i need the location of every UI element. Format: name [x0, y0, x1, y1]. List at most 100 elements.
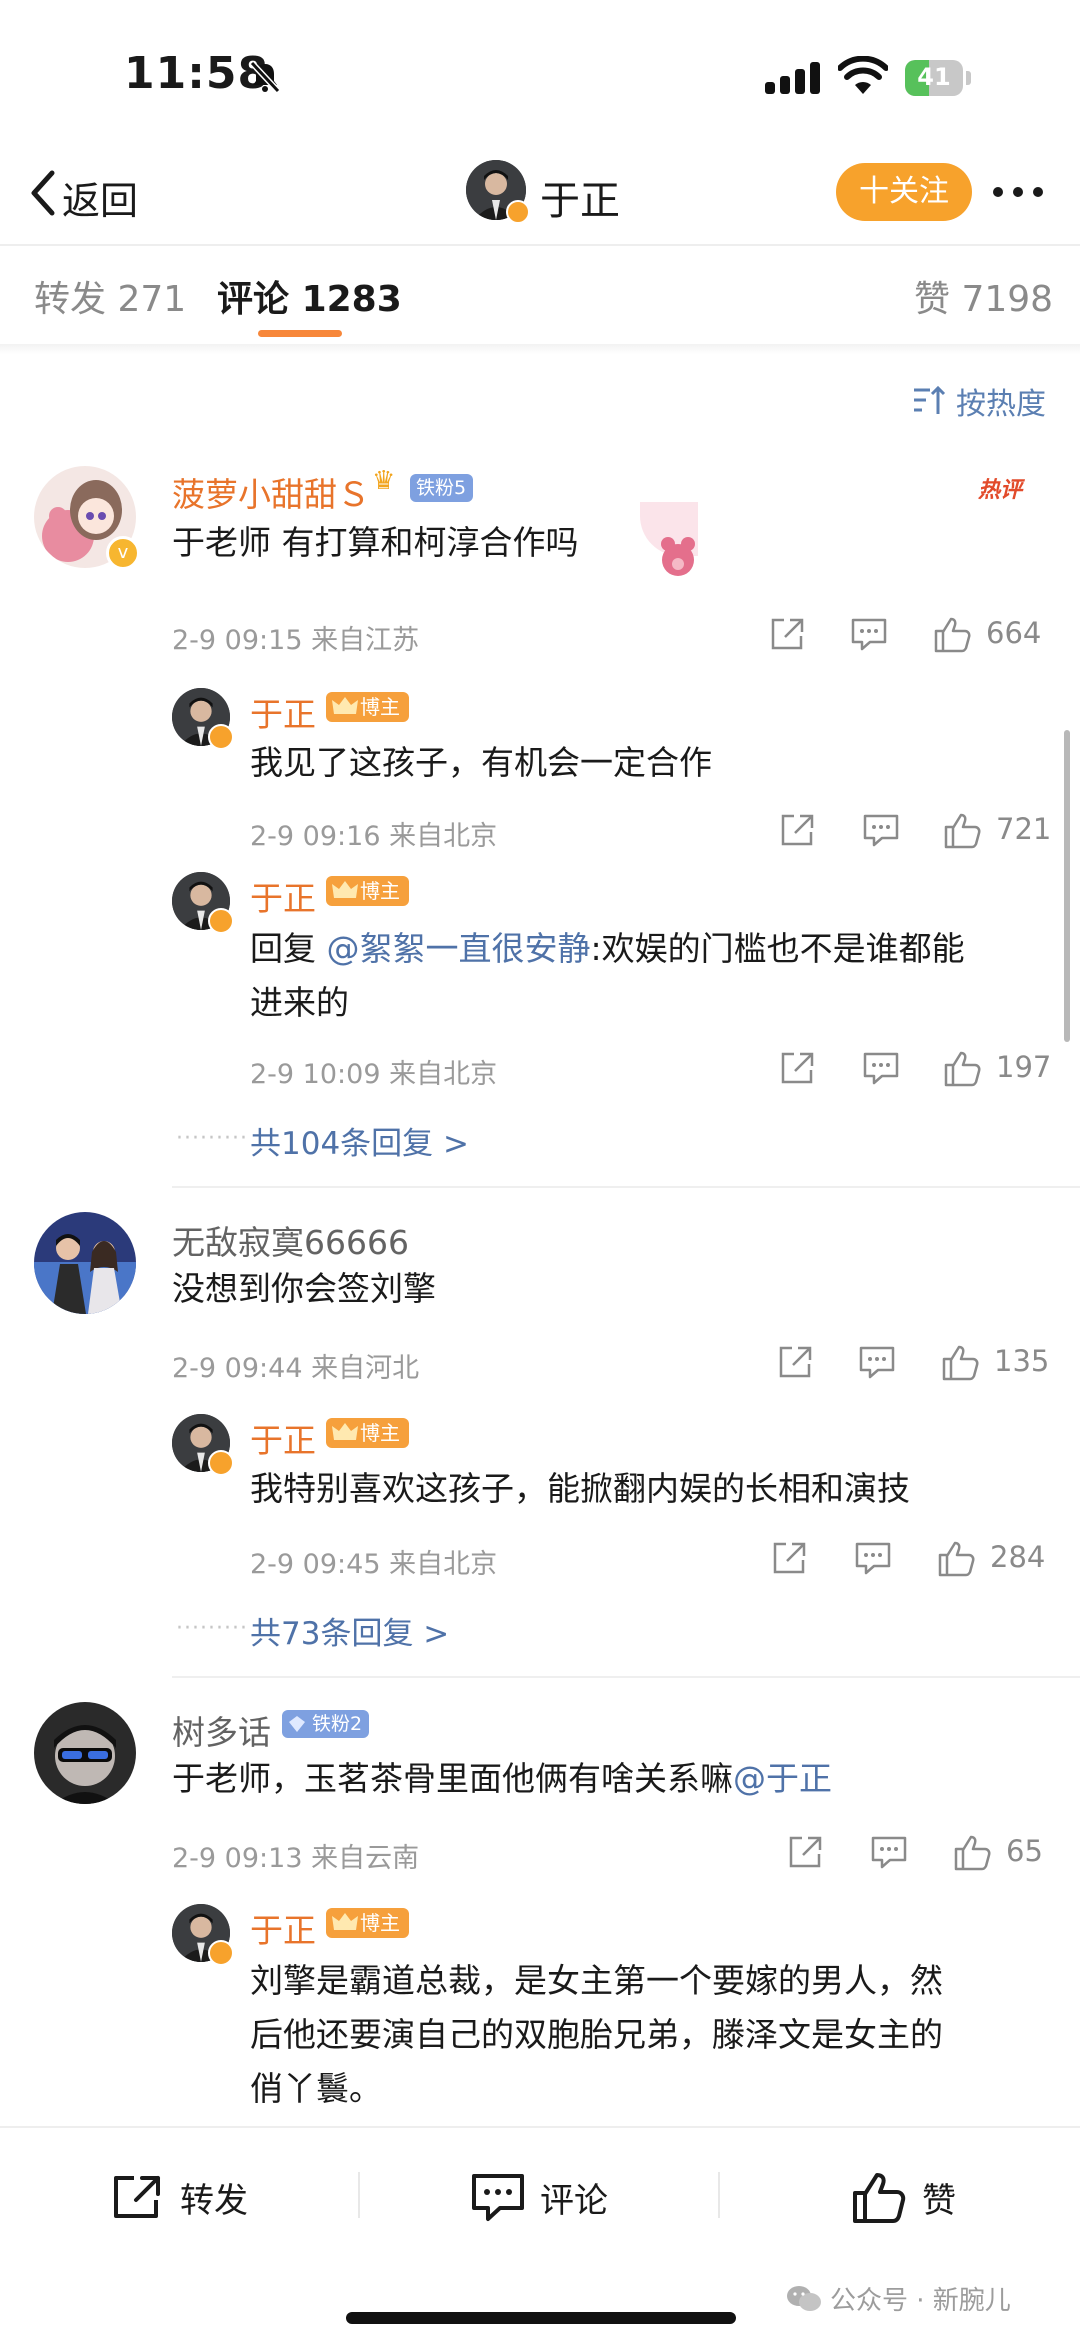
active-tab-indicator	[258, 330, 342, 337]
hot-comment-tag: 热评	[978, 478, 1023, 503]
tab-comments[interactable]: 评论 1283	[217, 270, 402, 322]
like-icon[interactable]	[936, 1538, 976, 1578]
fan-crown-icon: ♛	[372, 466, 396, 496]
sort-icon[interactable]	[912, 384, 946, 416]
reply-location: 来自北京	[389, 1059, 498, 1090]
author-badge: 博主	[326, 876, 409, 906]
like-count: 65	[1006, 1834, 1043, 1868]
comment-meta: 2-9 09:15 来自江苏	[172, 618, 419, 657]
reply-icon[interactable]	[854, 1540, 892, 1576]
reply-author-name[interactable]: 于正	[250, 872, 316, 920]
share-icon[interactable]	[786, 1834, 824, 1870]
comment-text: 没想到你会签刘擎	[172, 1269, 436, 1308]
fan-level-badge: 铁粉5	[410, 474, 474, 502]
tab-comments-label: 评论	[217, 279, 290, 320]
back-button[interactable]: 返回	[62, 170, 138, 225]
like-icon[interactable]	[952, 1832, 992, 1872]
like-icon[interactable]	[942, 1048, 982, 1088]
like-icon[interactable]	[932, 614, 972, 654]
comment-time: 2-9 09:44	[172, 1353, 303, 1384]
share-icon[interactable]	[778, 812, 816, 848]
reply-icon[interactable]	[862, 812, 900, 848]
repost-label: 转发	[180, 2180, 248, 2221]
verified-badge-icon	[208, 1450, 234, 1476]
commenter-name[interactable]: 树多话	[172, 1706, 271, 1754]
share-icon[interactable]	[770, 1540, 808, 1576]
comment-icon	[472, 2174, 524, 2221]
like-button[interactable]: 赞	[850, 2162, 956, 2232]
wifi-icon	[838, 56, 888, 94]
commenter-avatar[interactable]	[34, 1702, 136, 1804]
page-title: 于正	[540, 178, 620, 224]
like-icon[interactable]	[942, 810, 982, 850]
reply-icon[interactable]	[870, 1834, 908, 1870]
like-count: 664	[986, 616, 1042, 650]
fan-level-label: 铁粉2	[312, 1713, 363, 1735]
comment-divider	[172, 1186, 1080, 1188]
reply-location: 来自北京	[389, 821, 498, 852]
reply-author-name[interactable]: 于正	[250, 1904, 316, 1952]
mention-link[interactable]: @絮絮一直很安静	[327, 929, 591, 968]
reply-time: 2-9 09:45	[250, 1549, 381, 1580]
reply-time: 2-9 09:16	[250, 821, 381, 852]
back-chevron-icon[interactable]	[26, 168, 60, 218]
author-badge: 博主	[326, 1418, 409, 1448]
comment-location: 来自江苏	[311, 625, 420, 656]
reply-meta: 2-9 09:45 来自北京	[250, 1542, 497, 1581]
author-badge-label: 博主	[360, 1421, 400, 1445]
reply-text-line: 后他还要演自己的双胞胎兄弟，滕泽文是女主的	[250, 2015, 943, 2054]
comment-button[interactable]: 评论	[470, 2162, 608, 2232]
tab-reposts[interactable]: 转发 271	[34, 270, 186, 322]
comment-meta: 2-9 09:13 来自云南	[172, 1836, 419, 1875]
home-indicator[interactable]	[346, 2312, 736, 2324]
view-more-replies-link[interactable]: 共73条回复 >	[250, 1608, 449, 1653]
author-badge: 博主	[326, 1908, 409, 1938]
mention-link[interactable]: @于正	[733, 1759, 832, 1798]
reply-author-name[interactable]: 于正	[250, 688, 316, 736]
crown-icon	[332, 1423, 358, 1440]
reply-icon[interactable]	[858, 1344, 896, 1380]
verified-badge-icon	[506, 200, 530, 224]
sort-by-hot-button[interactable]: 按热度	[956, 379, 1046, 423]
tab-likes-count: 7198	[961, 279, 1054, 320]
bear-sticker-icon	[661, 537, 695, 576]
reply-location: 来自北京	[389, 1549, 498, 1580]
reply-meta: 2-9 09:16 来自北京	[250, 814, 497, 853]
verified-badge-icon	[208, 1940, 234, 1966]
reply-text-line: 俏丫鬟。	[250, 2069, 382, 2108]
commenter-name[interactable]: 菠萝小甜甜Ｓ	[172, 468, 370, 516]
reply-time: 2-9 10:09	[250, 1059, 381, 1090]
follow-button[interactable]: 十关注	[836, 163, 972, 221]
reply-text: 刘擎是霸道总裁，是女主第一个要嫁的男人，然 后他还要演自己的双胞胎兄弟，滕泽文是…	[250, 1954, 1060, 2116]
share-icon[interactable]	[768, 616, 806, 652]
reply-icon[interactable]	[862, 1050, 900, 1086]
bell-muted-icon	[249, 60, 281, 94]
commenter-avatar[interactable]	[34, 1212, 136, 1314]
replies-dots: ·········	[176, 1126, 248, 1151]
author-badge-label: 博主	[360, 879, 400, 903]
repost-button[interactable]: 转发	[110, 2162, 248, 2232]
fan-level-badge: 铁粉2	[282, 1710, 370, 1738]
like-count: 135	[994, 1344, 1050, 1378]
commenter-name[interactable]: 无敌寂寞66666	[172, 1216, 409, 1264]
more-options-icon[interactable]	[990, 184, 1046, 200]
bottom-divider	[0, 2126, 1080, 2128]
share-icon[interactable]	[778, 1050, 816, 1086]
like-count: 197	[996, 1050, 1052, 1084]
battery-level: 41	[917, 63, 951, 91]
scrollbar[interactable]	[1064, 730, 1070, 1042]
battery-indicator: 41	[905, 60, 975, 96]
like-count: 284	[990, 1540, 1046, 1574]
comment-time: 2-9 09:13	[172, 1843, 303, 1874]
watermark: 公众号 · 新腕儿	[786, 2280, 1011, 2317]
crown-icon	[332, 1913, 358, 1930]
reply-icon[interactable]	[850, 616, 888, 652]
tab-comments-count: 1283	[301, 279, 402, 320]
reply-text-line: :欢娱的门槛也不是谁都能	[590, 929, 965, 968]
like-icon[interactable]	[940, 1342, 980, 1382]
reply-author-name[interactable]: 于正	[250, 1414, 316, 1462]
tab-likes[interactable]: 赞 7198	[914, 270, 1053, 322]
view-more-replies-link[interactable]: 共104条回复 >	[250, 1118, 469, 1163]
share-icon[interactable]	[776, 1344, 814, 1380]
replies-dots: ·········	[176, 1616, 248, 1641]
